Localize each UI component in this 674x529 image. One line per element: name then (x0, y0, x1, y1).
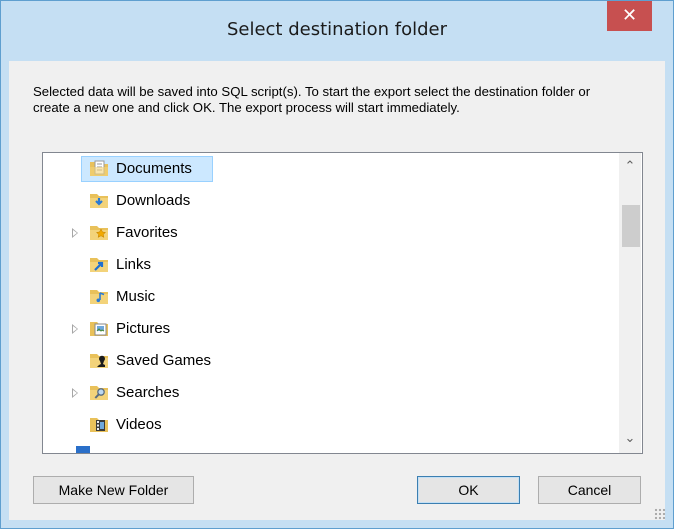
favorites-folder-icon (90, 226, 108, 240)
title-bar[interactable]: Select destination folder ✕ (1, 1, 673, 61)
expand-arrow-icon[interactable] (72, 228, 78, 238)
scroll-thumb[interactable] (622, 205, 640, 247)
documents-folder-icon (90, 160, 108, 176)
close-button[interactable]: ✕ (607, 1, 652, 31)
make-new-folder-button[interactable]: Make New Folder (33, 476, 194, 504)
vertical-scrollbar[interactable]: ⌃ ⌄ (619, 153, 641, 453)
dialog-title: Select destination folder (226, 19, 448, 40)
tree-item-label: Music (116, 288, 156, 305)
tree-item-downloads[interactable]: Downloads (43, 188, 613, 216)
tree-item-label: Documents (116, 160, 192, 177)
cancel-button[interactable]: Cancel (538, 476, 641, 504)
tree-item-label: Videos (116, 416, 162, 433)
window-frame-left (1, 61, 9, 528)
tree-item-links[interactable]: Links (43, 252, 613, 280)
window-frame-right (665, 61, 673, 528)
tree-item-videos[interactable]: Videos (43, 412, 613, 440)
partial-tree-item (76, 446, 90, 453)
tree-item-label: Favorites (116, 224, 178, 241)
expand-arrow-icon[interactable] (72, 324, 78, 334)
window-frame-bottom (1, 520, 673, 528)
tree-item-music[interactable]: Music (43, 284, 613, 312)
tree-item-label: Downloads (116, 192, 191, 209)
searches-folder-icon (90, 386, 108, 400)
links-folder-icon (90, 258, 108, 272)
scroll-up-icon[interactable]: ⌃ (619, 157, 641, 177)
close-icon: ✕ (621, 5, 638, 26)
scroll-down-icon[interactable]: ⌄ (619, 429, 641, 449)
tree-item-label: Saved Games (116, 352, 212, 369)
tree-item-pictures[interactable]: Pictures (43, 316, 613, 344)
tree-item-label: Links (116, 256, 152, 273)
tree-item-documents[interactable]: Documents (43, 156, 613, 184)
pictures-folder-icon (90, 322, 108, 336)
ok-button[interactable]: OK (417, 476, 520, 504)
tree-item-saved-games[interactable]: Saved Games (43, 348, 613, 376)
resize-grip[interactable] (654, 508, 666, 520)
instructions-text: Selected data will be saved into SQL scr… (33, 84, 591, 115)
saved-games-folder-icon (90, 354, 108, 368)
tree-item-label: Searches (116, 384, 180, 401)
expand-arrow-icon[interactable] (72, 388, 78, 398)
folder-tree[interactable]: Documents Downloads Favorites Links Musi… (42, 152, 643, 454)
videos-folder-icon (90, 418, 108, 432)
tree-item-searches[interactable]: Searches (43, 380, 613, 408)
downloads-folder-icon (90, 194, 108, 208)
tree-item-favorites[interactable]: Favorites (43, 220, 613, 248)
music-folder-icon (90, 290, 108, 304)
tree-item-label: Pictures (116, 320, 171, 337)
